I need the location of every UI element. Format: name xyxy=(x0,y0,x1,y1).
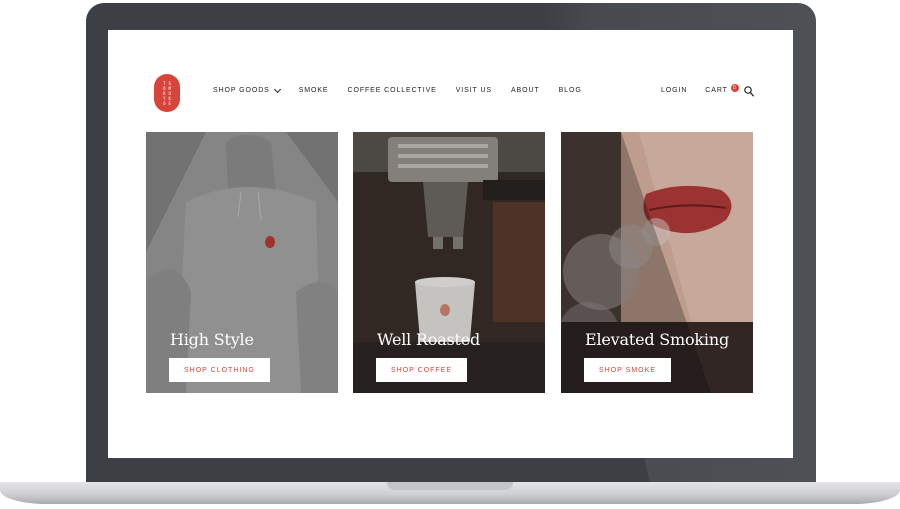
account-nav: LOGIN CART 0 xyxy=(661,84,739,94)
hoodie-image xyxy=(146,132,338,393)
nav-label: VISIT US xyxy=(455,87,492,94)
cart-label: CART xyxy=(705,87,728,94)
nav-label: BLOG xyxy=(558,87,582,94)
shop-coffee-button[interactable]: SHOP COFFEE xyxy=(376,358,468,382)
shop-clothing-button[interactable]: SHOP CLOTHING xyxy=(169,358,270,382)
card-title: High Style xyxy=(170,330,254,349)
category-card-coffee[interactable]: Well Roasted SHOP COFFEE xyxy=(353,132,545,393)
nav-item-coffee-collective[interactable]: COFFEE COLLECTIVE xyxy=(348,87,437,94)
laptop-notch xyxy=(387,482,513,490)
nav-item-smoke[interactable]: SMOKE xyxy=(299,87,329,94)
cart-count-badge: 0 xyxy=(730,84,739,92)
nav-item-visit-us[interactable]: VISIT US xyxy=(456,87,492,94)
logo-letter: O xyxy=(163,100,166,106)
nav-label: ABOUT xyxy=(510,87,540,94)
card-title: Elevated Smoking xyxy=(585,330,729,349)
chevron-down-icon xyxy=(273,85,281,93)
nav-item-about[interactable]: ABOUT xyxy=(511,87,540,94)
category-card-clothing[interactable]: High Style SHOP CLOTHING xyxy=(146,132,338,393)
site-logo[interactable]: T O K Y O S M O K E xyxy=(154,74,180,112)
logo-word-left: T O K Y O xyxy=(163,81,165,106)
nav-item-shop-goods[interactable]: SHOP GOODS xyxy=(213,85,281,94)
nav-item-blog[interactable]: BLOG xyxy=(559,87,582,94)
search-icon[interactable] xyxy=(744,86,754,97)
espresso-image xyxy=(353,132,545,393)
category-card-smoke[interactable]: Elevated Smoking SHOP SMOKE xyxy=(561,132,753,393)
cart-link[interactable]: CART 0 xyxy=(705,84,739,94)
laptop-screen: T O K Y O S M O K E SHOP GOODS SMOKE COF… xyxy=(108,30,793,458)
login-link[interactable]: LOGIN xyxy=(661,87,687,94)
logo-word-right: S M O K E xyxy=(169,81,171,106)
nav-label: COFFEE COLLECTIVE xyxy=(347,87,437,94)
nav-label: SMOKE xyxy=(298,87,329,94)
main-nav: SHOP GOODS SMOKE COFFEE COLLECTIVE VISIT… xyxy=(213,85,601,94)
nav-label: SHOP GOODS xyxy=(213,87,270,94)
logo-letter: E xyxy=(168,100,171,106)
card-title: Well Roasted xyxy=(377,330,481,349)
shop-smoke-button[interactable]: SHOP SMOKE xyxy=(584,358,671,382)
smoking-lips-image xyxy=(561,132,753,393)
